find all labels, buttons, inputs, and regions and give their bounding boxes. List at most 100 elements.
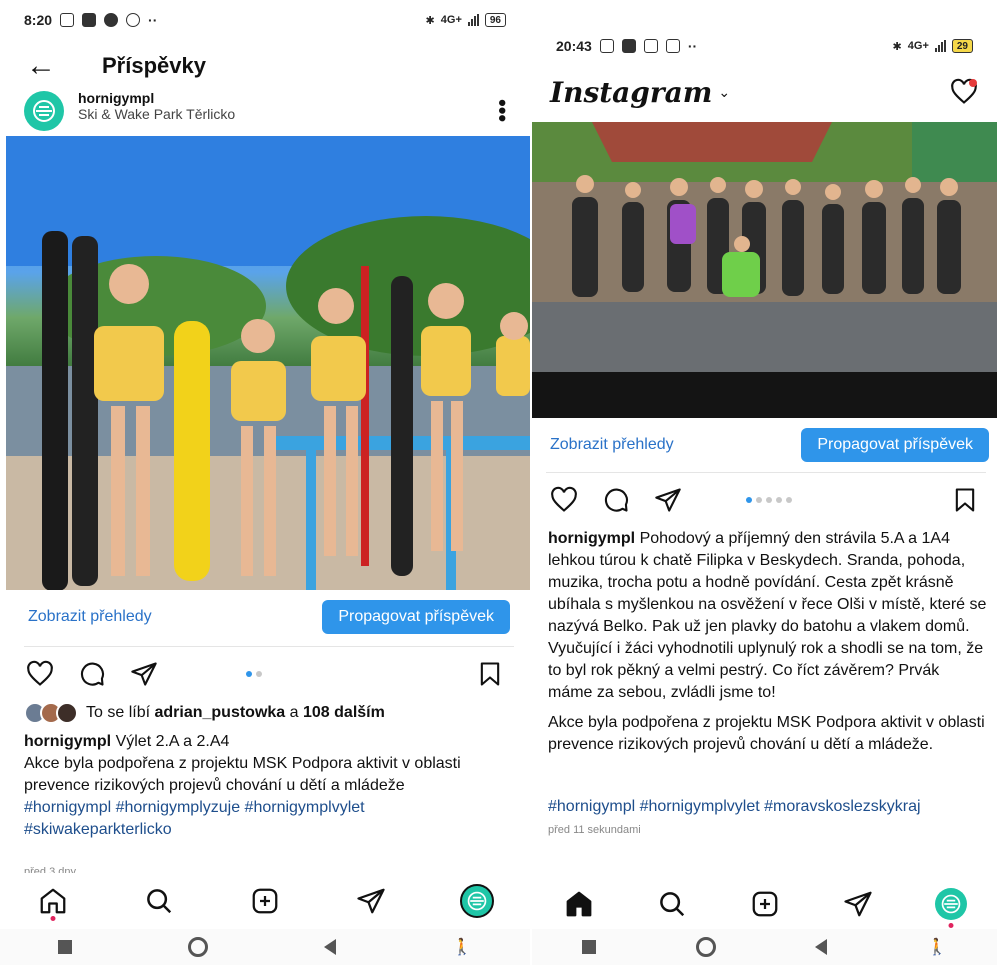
system-navigation-bar: 🚶 — [0, 929, 530, 965]
create-post-icon[interactable] — [745, 884, 785, 924]
divider — [546, 472, 986, 473]
bottom-nav — [532, 876, 997, 932]
likes-prefix: To se líbí — [86, 704, 151, 721]
bottom-nav — [0, 873, 530, 929]
chevron-down-icon[interactable]: ⌄ — [718, 84, 730, 101]
home-icon[interactable] — [33, 881, 73, 921]
promote-post-button[interactable]: Propagovat příspěvek — [801, 428, 989, 462]
caption-body: Pohodový a příjemný den strávila 5.A a 1… — [548, 530, 987, 701]
status-bar: 20:43 ·· ✱ 4G+ 29 — [532, 28, 997, 64]
network-type: 4G+ — [907, 40, 929, 52]
page-header: ← Příspěvky — [0, 44, 530, 88]
insights-row: Zobrazit přehledy Propagovat příspěvek — [0, 600, 530, 634]
direct-messages-icon[interactable] — [351, 881, 391, 921]
likes-user[interactable]: adrian_pustowka — [154, 704, 285, 721]
notifications-heart-icon[interactable] — [949, 77, 979, 107]
school-logo-icon — [33, 100, 55, 122]
likes-row[interactable]: To se líbí adrian_pustowka a 108 dalším — [24, 702, 385, 724]
instagram-notification-icon — [665, 39, 680, 53]
home-button-icon[interactable] — [695, 937, 716, 957]
view-insights-link[interactable]: Zobrazit přehledy — [550, 436, 674, 454]
whatsapp-icon — [126, 13, 141, 27]
bookmark-icon[interactable] — [947, 482, 983, 518]
signal-icon — [467, 14, 479, 26]
comment-icon[interactable] — [74, 656, 110, 692]
search-icon[interactable] — [139, 881, 179, 921]
more-options-icon[interactable]: ••• — [490, 99, 515, 122]
mail-icon — [82, 13, 97, 27]
instagram-header: Instagram ⌄ — [532, 70, 997, 114]
post-caption: hornigympl Výlet 2.A a 2.A4 Akce byla po… — [24, 731, 494, 841]
carousel-indicator — [246, 671, 262, 677]
accessibility-icon[interactable]: 🚶 — [452, 937, 472, 957]
more-notifications-icon: ·· — [687, 38, 698, 54]
recent-apps-icon[interactable] — [58, 940, 72, 954]
profile-avatar-icon[interactable] — [457, 881, 497, 921]
more-notifications-icon: ·· — [148, 12, 158, 28]
search-icon[interactable] — [652, 884, 692, 924]
system-navigation-bar: 🚶 — [532, 929, 997, 965]
like-heart-icon[interactable] — [22, 656, 58, 692]
post-caption: hornigympl Pohodový a příjemný den stráv… — [548, 528, 988, 704]
share-send-icon[interactable] — [650, 482, 686, 518]
post-photo[interactable] — [6, 136, 530, 590]
post-username[interactable]: hornigympl — [78, 90, 235, 106]
post-header: hornigympl Ski & Wake Park Těrlicko ••• — [0, 88, 530, 134]
likes-and: a — [289, 704, 299, 721]
home-button-icon[interactable] — [188, 937, 209, 957]
insights-row: Zobrazit přehledy Propagovat příspěvek — [532, 428, 997, 462]
bookmark-icon[interactable] — [472, 656, 508, 692]
bluetooth-icon: ✱ — [892, 40, 902, 53]
likes-more[interactable]: 108 dalším — [303, 704, 385, 721]
post-actions — [532, 482, 997, 518]
direct-messages-icon[interactable] — [838, 884, 878, 924]
create-post-icon[interactable] — [245, 881, 285, 921]
caption-username[interactable]: hornigympl — [548, 530, 635, 547]
avatar[interactable] — [24, 91, 64, 131]
system-back-icon[interactable] — [324, 939, 337, 955]
signal-icon — [934, 40, 946, 52]
divider — [24, 646, 514, 647]
view-insights-link[interactable]: Zobrazit přehledy — [28, 608, 152, 626]
likes-text: To se líbí adrian_pustowka a 108 dalším — [86, 704, 385, 722]
mute-icon — [599, 39, 614, 53]
caption-hashtags[interactable]: #hornigympl #hornigymplvylet #moravskosl… — [548, 796, 988, 818]
status-bar: 8:20 ·· ✱ 4G+ 96 — [0, 2, 530, 38]
battery-icon: 29 — [951, 39, 973, 53]
right-phone-screen: 20:43 ·· ✱ 4G+ 29 Instagram ⌄ Zobrazit p… — [532, 0, 997, 965]
network-type: 4G+ — [440, 14, 462, 26]
post-timestamp: před 11 sekundami — [548, 824, 641, 836]
profile-avatar-icon[interactable] — [931, 884, 971, 928]
bluetooth-icon: ✱ — [425, 14, 435, 27]
caption-title: Výlet 2.A a 2.A4 — [115, 733, 230, 750]
post-actions — [0, 656, 530, 692]
instagram-logo[interactable]: Instagram — [550, 76, 712, 109]
caption-hashtags[interactable]: #hornigympl #hornigymplyzuje #hornigympl… — [24, 799, 365, 838]
home-icon[interactable] — [559, 884, 599, 924]
post-photo[interactable] — [532, 122, 997, 418]
caption-support-text: Akce byla podpořena z projektu MSK Podpo… — [548, 714, 985, 753]
back-arrow-icon[interactable]: ← — [26, 49, 66, 83]
messenger-icon — [104, 13, 119, 27]
notification-icon — [621, 39, 636, 53]
comment-icon[interactable] — [598, 482, 634, 518]
recent-apps-icon[interactable] — [581, 940, 596, 954]
liker-avatar — [56, 702, 78, 724]
instagram-notification-icon — [643, 39, 658, 53]
share-send-icon[interactable] — [126, 656, 162, 692]
mute-icon — [60, 13, 75, 27]
carousel-indicator — [746, 497, 792, 503]
system-back-icon[interactable] — [815, 939, 828, 955]
status-time: 8:20 — [24, 12, 53, 28]
like-heart-icon[interactable] — [546, 482, 582, 518]
battery-icon: 96 — [484, 13, 506, 27]
caption-username[interactable]: hornigympl — [24, 733, 111, 750]
left-phone-screen: 8:20 ·· ✱ 4G+ 96 ← Příspěvky hornigympl … — [0, 0, 530, 965]
accessibility-icon[interactable]: 🚶 — [927, 937, 947, 957]
wakepark-photo-illustration — [6, 136, 530, 590]
group-photo-illustration — [532, 122, 997, 418]
promote-post-button[interactable]: Propagovat příspěvek — [322, 600, 510, 634]
post-location[interactable]: Ski & Wake Park Těrlicko — [78, 106, 235, 122]
caption-body: Akce byla podpořena z projektu MSK Podpo… — [24, 755, 461, 794]
page-title: Příspěvky — [102, 53, 206, 78]
